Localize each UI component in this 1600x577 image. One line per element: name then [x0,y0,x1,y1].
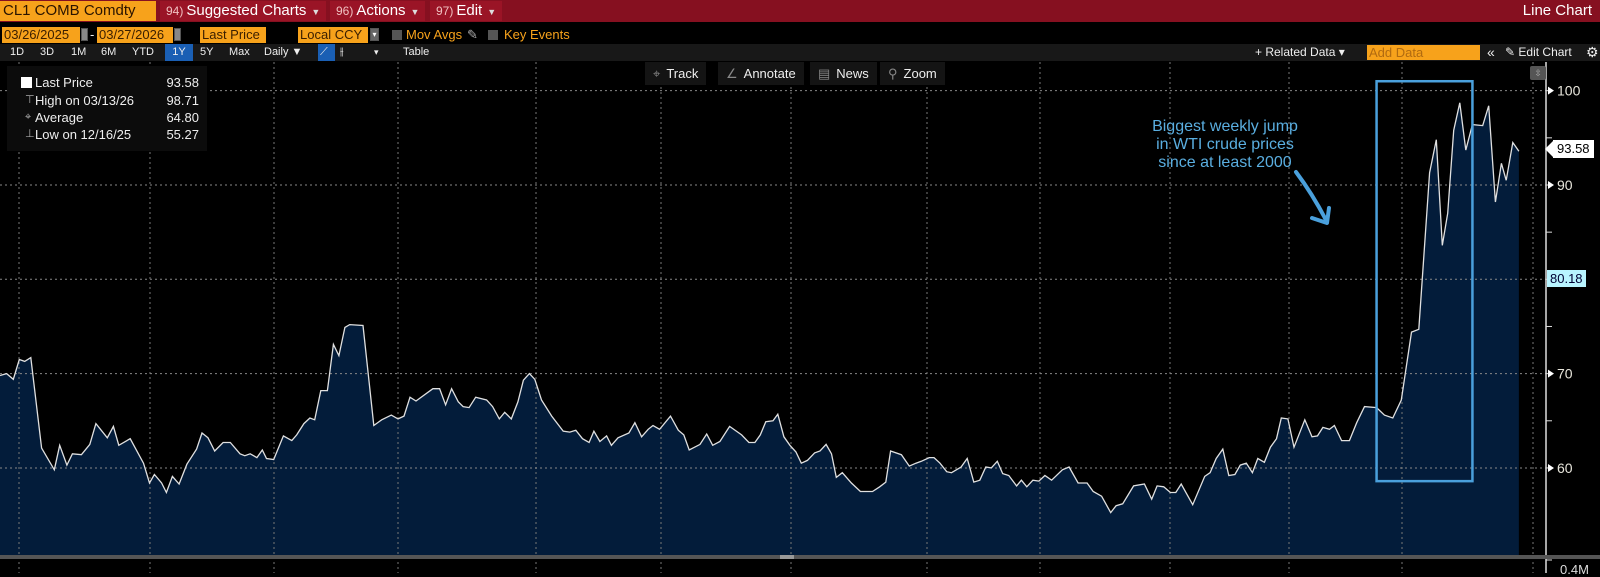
divider-grip[interactable] [780,555,794,559]
period-1y[interactable]: 1Y [165,44,193,61]
start-date-input[interactable]: 03/26/2025 [2,27,80,43]
key-events-label: Key Events [504,27,570,42]
annotation-line: in WTI crude prices [1156,136,1294,153]
legend-last-price[interactable]: Last Price 93.58 [7,74,207,91]
annotate-label: Annotate [743,66,796,81]
related-data-button[interactable]: + Related Data ▾ [1255,44,1345,61]
y-tick-arrow [1548,86,1554,95]
table-button[interactable]: Table [399,44,433,61]
period-1m[interactable]: 1M [67,44,90,61]
y-tick-label: 70 [1557,366,1573,382]
frequency-select[interactable]: Daily ▼ [260,44,306,61]
high-marker-icon: ⊤ [25,94,35,106]
legend-label: Low on 12/16/25 [35,127,132,142]
legend-label: High on 03/13/26 [35,93,135,108]
legend-value: 55.27 [166,127,199,142]
y-tick-label: 100 [1557,83,1581,99]
y-tick-label: 60 [1557,460,1573,476]
line-chart-icon[interactable]: ⟋ [318,44,335,61]
period-max[interactable]: Max [225,44,254,61]
volume-axis-label: 0.4M [1560,562,1589,577]
chart-type-title: Line Chart [1522,2,1592,19]
menu-label: Suggested Charts [186,2,307,19]
annotation-line: since at least 2000 [1158,154,1292,171]
calendar-icon[interactable] [174,28,181,41]
chevron-down-icon: ▼ [311,7,321,17]
average-marker-icon: ⌖ [25,111,32,123]
angle-icon: ∠ [726,66,738,81]
legend-label: Last Price [35,75,93,90]
collapse-icon[interactable]: « [1487,44,1495,61]
actions-menu[interactable]: 96) Actions ▼ [330,1,426,21]
mov-avgs-label: Mov Avgs [406,27,463,42]
annotate-button[interactable]: ∠ Annotate [718,62,804,85]
track-label: Track [666,66,699,81]
magnifier-icon: ⚲ [888,66,898,81]
menu-number: 94) [166,4,184,18]
key-events-checkbox[interactable] [488,30,498,40]
menu-number: 96) [336,4,354,18]
menu-number: 97) [436,4,454,18]
y-tick-arrow [1548,180,1554,189]
currency-select[interactable]: Local CCY [298,27,368,43]
period-6m[interactable]: 6M [97,44,120,61]
news-label: News [836,66,869,81]
menu-label: Actions [356,2,406,19]
axis-scale-handle[interactable]: ⇳ [1530,66,1546,80]
crosshair-icon: ⌖ [653,66,661,81]
period-3d[interactable]: 3D [36,44,58,61]
cursor-price-tag: 80.18 [1547,270,1586,287]
period-1d[interactable]: 1D [6,44,28,61]
chevron-down-icon: ▼ [487,7,497,17]
y-tick-label: 90 [1557,177,1573,193]
zoom-button[interactable]: ⚲ Zoom [880,62,945,85]
y-tick-arrow [1548,369,1554,378]
date-separator: - [90,27,95,42]
legend-low: ⊥ Low on 12/16/25 55.27 [7,126,207,143]
legend-value: 93.58 [166,75,199,90]
gear-icon[interactable]: ⚙ [1586,44,1599,61]
zoom-label: Zoom [903,66,937,81]
chevron-down-icon[interactable]: ▾ [370,28,379,41]
annotation-arrow [1294,170,1331,225]
legend-value: 64.80 [166,110,199,125]
panel-divider[interactable] [0,555,1600,559]
legend-value: 98.71 [166,93,199,108]
period-ytd[interactable]: YTD [128,44,158,61]
y-tick-arrow [1548,463,1554,472]
suggested-charts-menu[interactable]: 94) Suggested Charts ▼ [160,1,327,21]
track-button[interactable]: ⌖ Track [645,62,707,85]
chevron-down-icon[interactable]: ▾ [370,44,383,61]
white-square-icon [21,77,32,88]
edit-chart-button[interactable]: ✎ Edit Chart [1505,44,1572,61]
mov-avgs-checkbox[interactable] [392,30,402,40]
end-date-input[interactable]: 03/27/2026 [97,27,173,43]
legend-average: ⌖ Average 64.80 [7,109,207,126]
period-5y[interactable]: 5Y [196,44,217,61]
chevron-down-icon: ▼ [410,7,420,17]
last-price-tag: 93.58 [1545,140,1594,158]
legend-high: ⊤ High on 03/13/26 98.71 [7,92,207,109]
calendar-icon[interactable] [81,28,88,41]
news-button[interactable]: ▤ News [810,62,877,85]
menu-label: Edit [456,2,483,19]
ticker-field[interactable]: CL1 COMB Comdty [0,1,156,21]
low-marker-icon: ⊥ [25,128,35,140]
field-select[interactable]: Last Price [200,27,266,43]
pencil-icon[interactable]: ✎ [467,27,478,43]
legend-label: Average [35,110,84,125]
news-icon: ▤ [818,66,831,81]
annotation-line: Biggest weekly jump [1152,118,1298,135]
legend-panel: Last Price 93.58 ⊤ High on 03/13/26 98.71 ⌖… [7,66,207,151]
edit-menu[interactable]: 97) Edit ▼ [430,1,503,21]
add-data-input[interactable]: Add Data [1367,45,1480,60]
price-chart[interactable]: 60 70 90 100 [0,62,1600,573]
annotation-text: Biggest weekly jump in WTI crude prices … [1120,118,1330,172]
bar-chart-icon[interactable]: ⫲ [338,44,346,61]
